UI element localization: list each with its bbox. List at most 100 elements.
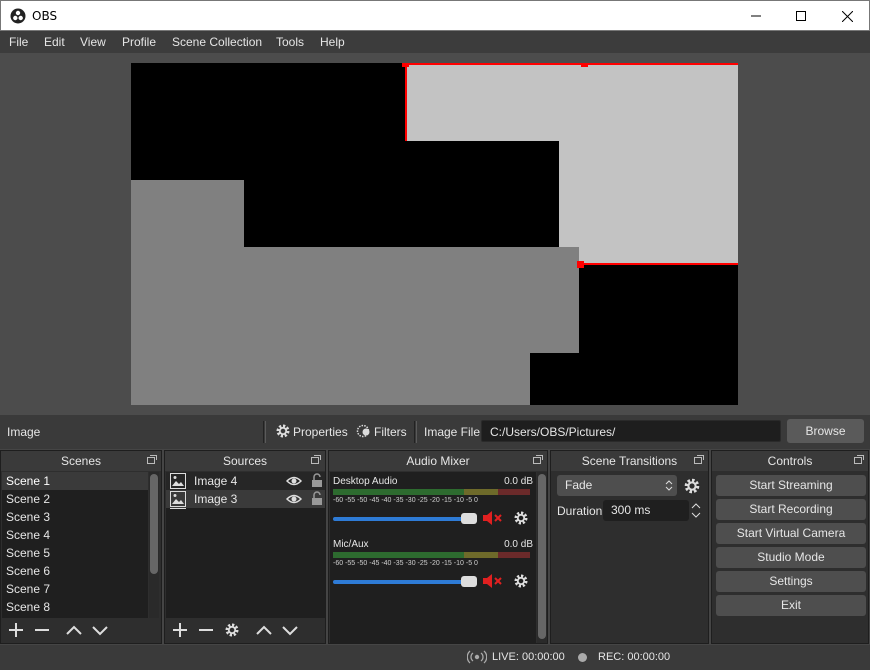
- audio-mixer-title: Audio Mixer: [329, 451, 547, 471]
- settings-button[interactable]: Settings: [716, 571, 866, 592]
- add-scene-button[interactable]: [7, 621, 25, 639]
- source-item[interactable]: Image 4: [166, 472, 325, 490]
- scrollbar-thumb[interactable]: [538, 474, 546, 639]
- menu-help[interactable]: Help: [320, 35, 345, 49]
- updown-arrows-icon: [665, 480, 673, 491]
- studio-mode-button[interactable]: Studio Mode: [716, 547, 866, 568]
- menu-tools[interactable]: Tools: [276, 35, 304, 49]
- scene-item[interactable]: Scene 5: [2, 544, 50, 562]
- menu-profile[interactable]: Profile: [122, 35, 156, 49]
- undock-icon[interactable]: [854, 455, 864, 464]
- menu-view[interactable]: View: [80, 35, 106, 49]
- undock-icon[interactable]: [311, 455, 321, 464]
- mixer-scrollbar[interactable]: [537, 472, 547, 643]
- duration-field[interactable]: 300 ms: [603, 500, 689, 521]
- transition-select[interactable]: Fade: [557, 475, 677, 496]
- audio-mixer-dock: Audio Mixer Desktop Audio 0.0 dB -60 -55…: [328, 450, 548, 644]
- channel-db: 0.0 dB: [504, 476, 533, 487]
- add-source-button[interactable]: [171, 621, 189, 639]
- record-dot-icon: [578, 653, 587, 662]
- volume-slider[interactable]: [333, 513, 477, 524]
- properties-button[interactable]: Properties: [293, 425, 348, 439]
- exit-button[interactable]: Exit: [716, 595, 866, 616]
- source-properties-button[interactable]: [223, 621, 241, 639]
- plus-icon: [173, 623, 187, 637]
- image-icon-partial: [170, 508, 186, 511]
- preview-canvas[interactable]: [131, 63, 738, 405]
- resize-handle-tl[interactable]: [402, 63, 409, 67]
- filters-button[interactable]: Filters: [374, 425, 407, 439]
- slider-knob[interactable]: [461, 513, 477, 524]
- scenes-scrollbar[interactable]: [149, 472, 159, 618]
- status-bar: LIVE: 00:00:00 REC: 00:00:00: [0, 645, 870, 670]
- start-recording-button[interactable]: Start Recording: [716, 499, 866, 520]
- close-button[interactable]: [824, 1, 870, 31]
- window-title: OBS: [32, 9, 58, 23]
- scene-item[interactable]: Scene 7: [2, 580, 50, 598]
- maximize-icon: [796, 11, 806, 21]
- volume-meter: [333, 552, 530, 558]
- scene-item[interactable]: Scene 8: [2, 598, 50, 616]
- move-scene-down-button[interactable]: [91, 621, 109, 639]
- chevron-up-icon: [66, 625, 82, 635]
- duration-label: Duration: [557, 504, 603, 518]
- scene-item[interactable]: Scene 4: [2, 526, 50, 544]
- scene-item[interactable]: Scene 1: [2, 472, 148, 490]
- undock-icon[interactable]: [694, 455, 704, 464]
- obs-logo-icon: [10, 8, 26, 24]
- slider-knob[interactable]: [461, 576, 477, 587]
- context-source-name: Image: [7, 425, 41, 439]
- remove-scene-button[interactable]: [33, 621, 51, 639]
- menu-edit[interactable]: Edit: [44, 35, 65, 49]
- scrollbar-thumb[interactable]: [150, 474, 158, 574]
- eye-icon[interactable]: [286, 494, 302, 504]
- gear-icon[interactable]: [513, 510, 529, 526]
- start-virtual-camera-button[interactable]: Start Virtual Camera: [716, 523, 866, 544]
- image-icon: [170, 473, 186, 489]
- muted-speaker-icon[interactable]: [482, 510, 502, 526]
- volume-slider[interactable]: [333, 576, 477, 587]
- channel-name: Mic/Aux: [333, 539, 369, 550]
- menu-file[interactable]: File: [9, 35, 28, 49]
- image-file-path-field[interactable]: C:/Users/OBS/Pictures/: [481, 420, 781, 442]
- scene-item[interactable]: Scene 6: [2, 562, 50, 580]
- move-source-up-button[interactable]: [255, 621, 273, 639]
- rec-status: REC: 00:00:00: [598, 651, 671, 663]
- undock-icon[interactable]: [147, 455, 157, 464]
- move-scene-up-button[interactable]: [65, 621, 83, 639]
- spin-arrows-icon[interactable]: [689, 502, 703, 520]
- undock-icon[interactable]: [533, 455, 543, 464]
- scene-transitions-title: Scene Transitions: [551, 451, 708, 471]
- gear-icon[interactable]: [683, 477, 701, 495]
- scene-item[interactable]: Scene 3: [2, 508, 50, 526]
- sources-dock: Sources Image 4 Image 3: [164, 450, 326, 644]
- start-streaming-button[interactable]: Start Streaming: [716, 475, 866, 496]
- menu-scene-collection[interactable]: Scene Collection: [172, 35, 262, 49]
- eye-icon[interactable]: [286, 476, 302, 486]
- source-item[interactable]: Image 3: [166, 490, 325, 508]
- broadcast-icon: [467, 650, 487, 664]
- remove-source-button[interactable]: [197, 621, 215, 639]
- maximize-button[interactable]: [778, 1, 824, 31]
- title-bar: OBS: [0, 0, 870, 31]
- transition-select-value: Fade: [565, 478, 593, 492]
- resize-handle-t[interactable]: [581, 63, 588, 67]
- selection-border-top: [405, 63, 738, 65]
- menu-bar: File Edit View Profile Scene Collection …: [0, 31, 870, 53]
- scene-item[interactable]: Scene 2: [2, 490, 50, 508]
- resize-handle-bl[interactable]: [577, 261, 584, 268]
- browse-button[interactable]: Browse: [787, 419, 864, 443]
- gear-icon[interactable]: [513, 573, 529, 589]
- separator: [263, 421, 266, 443]
- chevron-down-icon: [92, 626, 108, 636]
- move-source-down-button[interactable]: [281, 621, 299, 639]
- scenes-list: Scene 1 Scene 2 Scene 3 Scene 4 Scene 5 …: [2, 472, 148, 618]
- scenes-dock: Scenes Scene 1 Scene 2 Scene 3 Scene 4 S…: [0, 450, 162, 644]
- muted-speaker-icon[interactable]: [482, 573, 502, 589]
- unlock-icon[interactable]: [311, 491, 323, 506]
- channel-db: 0.0 dB: [504, 539, 533, 550]
- unlock-icon[interactable]: [311, 473, 323, 488]
- volume-meter: [333, 489, 530, 495]
- minimize-button[interactable]: [733, 1, 779, 31]
- gear-icon: [276, 424, 290, 438]
